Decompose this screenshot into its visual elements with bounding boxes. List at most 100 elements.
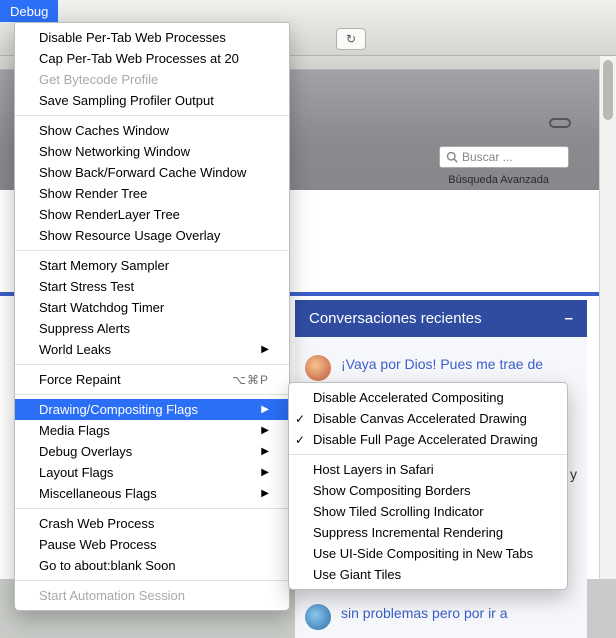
scroll-thumb[interactable] (603, 60, 613, 120)
menu-item-label: Show Caches Window (39, 122, 269, 140)
menu-separator (15, 580, 289, 581)
menu-item[interactable]: Show Resource Usage Overlay (15, 225, 289, 246)
menu-shortcut: ⌥⌘P (232, 371, 269, 389)
menubar: Debug (0, 0, 616, 22)
avatar (305, 355, 331, 381)
collapse-icon[interactable]: – (565, 310, 573, 327)
post-title: ¡Vaya por Dios! Pues me trae de (341, 355, 543, 381)
menu-separator (15, 115, 289, 116)
submenu-arrow-icon: ▶ (261, 422, 269, 440)
menu-item[interactable]: Disable Accelerated Compositing (289, 387, 567, 408)
menu-item[interactable]: Drawing/Compositing Flags▶ (15, 399, 289, 420)
menu-separator (15, 394, 289, 395)
scrollbar[interactable] (599, 56, 616, 579)
menu-item-label: Host Layers in Safari (313, 461, 547, 479)
menu-item: Get Bytecode Profile (15, 69, 289, 90)
menu-separator (15, 364, 289, 365)
menu-item[interactable]: Suppress Alerts (15, 318, 289, 339)
menu-item[interactable]: Show Tiled Scrolling Indicator (289, 501, 567, 522)
menu-item[interactable]: Save Sampling Profiler Output (15, 90, 289, 111)
menu-item[interactable]: Start Stress Test (15, 276, 289, 297)
menu-item[interactable]: Show Caches Window (15, 120, 289, 141)
menu-item[interactable]: Media Flags▶ (15, 420, 289, 441)
menu-item-label: World Leaks (39, 341, 261, 359)
menu-item[interactable]: Use Giant Tiles (289, 564, 567, 585)
menu-item[interactable]: ✓ Disable Canvas Accelerated Drawing (289, 408, 567, 429)
menu-item-label: Get Bytecode Profile (39, 71, 269, 89)
advanced-search-link[interactable]: Búsqueda Avanzada (448, 174, 549, 186)
list-item[interactable]: sin problemas pero por ir a (305, 596, 577, 638)
menu-item[interactable]: Host Layers in Safari (289, 459, 567, 480)
menu-item-label: Show RenderLayer Tree (39, 206, 269, 224)
search-input[interactable]: Buscar ... (439, 146, 569, 168)
menu-item-label: Disable Accelerated Compositing (313, 389, 547, 407)
menu-item-label: Use UI-Side Compositing in New Tabs (313, 545, 547, 563)
menu-separator (15, 250, 289, 251)
reload-button[interactable]: ↻ (336, 28, 366, 50)
menu-item-label: Drawing/Compositing Flags (39, 401, 261, 419)
submenu-arrow-icon: ▶ (261, 443, 269, 461)
menu-item: Start Automation Session (15, 585, 289, 606)
menu-item[interactable]: Cap Per-Tab Web Processes at 20 (15, 48, 289, 69)
menu-item-label: Debug Overlays (39, 443, 261, 461)
menu-item[interactable]: Show RenderLayer Tree (15, 204, 289, 225)
menu-item-label: Start Automation Session (39, 587, 269, 605)
menu-item[interactable]: Go to about:blank Soon (15, 555, 289, 576)
menu-item-label: Go to about:blank Soon (39, 557, 269, 575)
menu-item-label: Crash Web Process (39, 515, 269, 533)
menu-separator (15, 508, 289, 509)
menu-item[interactable]: Show Back/Forward Cache Window (15, 162, 289, 183)
menu-item[interactable]: World Leaks▶ (15, 339, 289, 360)
avatar (305, 604, 331, 630)
menu-item-label: Show Back/Forward Cache Window (39, 164, 269, 182)
menu-item[interactable]: Disable Per-Tab Web Processes (15, 27, 289, 48)
menu-item[interactable]: Start Watchdog Timer (15, 297, 289, 318)
post-title: sin problemas pero por ir a (341, 604, 508, 630)
menu-item[interactable]: Crash Web Process (15, 513, 289, 534)
menu-item[interactable]: Force Repaint⌥⌘P (15, 369, 289, 390)
menu-item-label: Media Flags (39, 422, 261, 440)
debug-menu: Disable Per-Tab Web Processes Cap Per-Tab… (14, 22, 290, 611)
submenu-arrow-icon: ▶ (261, 464, 269, 482)
menu-item-label: Cap Per-Tab Web Processes at 20 (39, 50, 269, 68)
menu-item-label: Disable Canvas Accelerated Drawing (313, 410, 547, 428)
menu-item[interactable]: Start Memory Sampler (15, 255, 289, 276)
menu-item-label: Start Memory Sampler (39, 257, 269, 275)
menu-item-label: Show Resource Usage Overlay (39, 227, 269, 245)
checkmark-icon: ✓ (295, 431, 305, 449)
menu-item[interactable]: Use UI-Side Compositing in New Tabs (289, 543, 567, 564)
checkmark-icon: ✓ (295, 410, 305, 428)
panel-header[interactable]: Conversaciones recientes – (295, 300, 587, 337)
menu-item-label: Use Giant Tiles (313, 566, 547, 584)
menu-item-label: Layout Flags (39, 464, 261, 482)
menu-item-label: Disable Full Page Accelerated Drawing (313, 431, 547, 449)
menu-item-label: Miscellaneous Flags (39, 485, 261, 503)
menu-item-label: Show Networking Window (39, 143, 269, 161)
panel-title: Conversaciones recientes (309, 310, 482, 327)
menu-separator (289, 454, 567, 455)
menu-debug[interactable]: Debug (0, 0, 58, 22)
menu-item-label: Show Compositing Borders (313, 482, 547, 500)
submenu-arrow-icon: ▶ (261, 485, 269, 503)
menu-item[interactable]: Show Render Tree (15, 183, 289, 204)
submenu-arrow-icon: ▶ (261, 401, 269, 419)
menu-item-label: Show Tiled Scrolling Indicator (313, 503, 547, 521)
menu-item[interactable]: Debug Overlays▶ (15, 441, 289, 462)
menu-item[interactable]: Show Compositing Borders (289, 480, 567, 501)
menu-item-label: Disable Per-Tab Web Processes (39, 29, 269, 47)
drawing-compositing-submenu: Disable Accelerated Compositing ✓ Disable … (288, 382, 568, 590)
menu-item[interactable]: Layout Flags▶ (15, 462, 289, 483)
submenu-arrow-icon: ▶ (261, 341, 269, 359)
pill-icon (549, 118, 571, 128)
menu-item[interactable]: ✓ Disable Full Page Accelerated Drawing (289, 429, 567, 450)
menu-item-label: Force Repaint (39, 371, 232, 389)
menu-item-label: Suppress Alerts (39, 320, 269, 338)
menu-item-label: Show Render Tree (39, 185, 269, 203)
search-placeholder: Buscar ... (462, 150, 513, 164)
menu-item[interactable]: Suppress Incremental Rendering (289, 522, 567, 543)
menu-item[interactable]: Pause Web Process (15, 534, 289, 555)
menu-item[interactable]: Show Networking Window (15, 141, 289, 162)
menu-item-label: Start Watchdog Timer (39, 299, 269, 317)
menu-item[interactable]: Miscellaneous Flags▶ (15, 483, 289, 504)
menu-item-label: Pause Web Process (39, 536, 269, 554)
